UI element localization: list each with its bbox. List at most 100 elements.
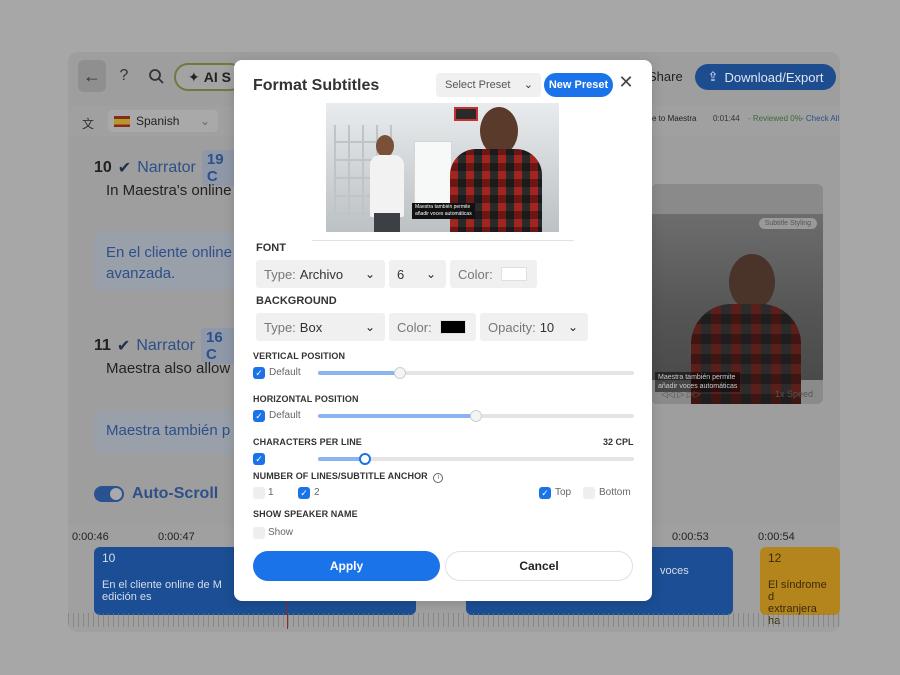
question-icon: ? (119, 67, 129, 84)
arrow-left-icon: ← (83, 65, 101, 86)
lines-1-checkbox[interactable] (253, 487, 265, 499)
opacity-label: Opacity: (488, 319, 536, 335)
timeline-segment[interactable]: 12 El síndrome d extranjera ha (760, 547, 840, 627)
toggle-switch[interactable] (94, 486, 124, 502)
preset-select[interactable]: Select Preset ⌄ (436, 73, 541, 97)
vertical-position-slider[interactable] (318, 367, 634, 379)
person-head (729, 254, 775, 310)
characters-per-line-slider[interactable] (318, 453, 634, 465)
segment-translation[interactable]: Maestra también p (94, 410, 254, 454)
background-type-select[interactable]: Type: Box ⌄ (256, 313, 385, 341)
check-circle-icon[interactable]: ✔ (118, 158, 131, 178)
font-type-select[interactable]: Type: Archivo ⌄ (256, 260, 385, 288)
preview-person-body (370, 155, 404, 217)
preset-placeholder: Select Preset (445, 79, 511, 91)
search-button[interactable] (146, 66, 166, 86)
slider-thumb[interactable] (470, 410, 482, 422)
slider-thumb[interactable] (359, 453, 371, 465)
segment-header: 10 ✔ Narrator 19 C (94, 150, 236, 186)
chevron-down-icon: ⌄ (425, 267, 436, 281)
show-speaker-text: Show (268, 527, 294, 538)
horizontal-default-checkbox[interactable]: ✓ (253, 410, 265, 422)
preview-monitor (454, 107, 478, 121)
lines-2-checkbox[interactable]: ✓ (298, 487, 310, 499)
playhead[interactable] (287, 599, 288, 629)
slider-fill (318, 414, 476, 418)
share-button[interactable]: Share (648, 69, 683, 84)
segment-text[interactable]: Maestra also allow (106, 360, 230, 377)
font-size-value: 6 (397, 266, 405, 282)
current-timecode: 0:01:44 (713, 114, 740, 123)
close-icon[interactable]: ✕ (618, 72, 634, 92)
check-circle-icon[interactable]: ✔ (117, 336, 130, 356)
vertical-default-checkbox[interactable]: ✓ (253, 367, 265, 379)
language-select[interactable]: Spanish ⌄ (108, 110, 218, 132)
opacity-select[interactable]: Opacity: 10 ⌄ (480, 313, 588, 341)
auto-scroll-toggle[interactable]: Auto-Scroll (94, 485, 218, 503)
font-size-select[interactable]: 6 ⌄ (389, 260, 446, 288)
background-section-label: BACKGROUND (256, 295, 337, 307)
back-button[interactable]: ← (78, 60, 106, 92)
chevron-down-icon: ⌄ (364, 267, 375, 281)
video-player: Maestra también permite añadir voces aut… (651, 184, 823, 404)
ai-button-label: AI S (203, 69, 231, 85)
translation-line: avanzada. (106, 265, 176, 282)
cancel-button[interactable]: Cancel (445, 551, 633, 581)
segment-text[interactable]: In Maestra's online (106, 182, 231, 199)
horizontal-position-slider[interactable] (318, 410, 634, 422)
font-color-picker[interactable]: Color: (450, 260, 537, 288)
download-export-label: Download/Export (724, 69, 824, 85)
transcript-panel: 10 ✔ Narrator 19 C In Maestra's online E… (76, 140, 254, 540)
new-preset-button[interactable]: New Preset (544, 73, 613, 97)
slider-fill (318, 371, 400, 375)
speaker-name[interactable]: Narrator (136, 337, 195, 355)
preview-person-legs (374, 213, 400, 232)
format-subtitles-dialog: Format Subtitles Select Preset ⌄ New Pre… (234, 60, 652, 601)
timeline-segment-text: El síndrome d (768, 579, 827, 603)
cpl-checkbox[interactable]: ✓ (253, 453, 265, 465)
segment-translation[interactable]: En el cliente online avanzada. (94, 232, 254, 290)
font-type-label: Type: (264, 266, 296, 282)
lines-anchor-text: NUMBER OF LINES/SUBTITLE ANCHOR (253, 471, 428, 481)
show-speaker-checkbox[interactable] (253, 527, 265, 539)
chevron-down-icon: ⌄ (567, 320, 578, 334)
segment-number: 10 (94, 159, 112, 176)
info-icon[interactable]: i (433, 473, 444, 483)
search-icon (149, 69, 164, 84)
speed-button[interactable]: 1x Speed (775, 389, 813, 399)
apply-button[interactable]: Apply (253, 551, 440, 581)
timeline-segment-number: 12 (768, 551, 782, 565)
cpl-value: 32 CPL (603, 437, 634, 447)
timeline-ruler[interactable] (68, 613, 840, 627)
check-all-link[interactable]: - Check All (801, 114, 839, 123)
auto-scroll-label: Auto-Scroll (132, 485, 219, 502)
font-section-label: FONT (256, 242, 286, 254)
speaker-name[interactable]: Narrator (137, 159, 196, 177)
font-color-swatch[interactable] (500, 267, 527, 281)
subtitle-preview: Maestra también permite añadir voces aut… (326, 103, 559, 232)
subtitle-styling-button[interactable]: Subtitle Styling (758, 218, 817, 229)
timeline-tick: 0:00:54 (758, 531, 795, 543)
video-frame[interactable]: Maestra también permite añadir voces aut… (651, 214, 823, 404)
font-type-value: Archivo (299, 266, 344, 282)
characters-per-line-label: CHARACTERS PER LINE (253, 437, 362, 447)
slider-thumb[interactable] (394, 367, 406, 379)
background-color-picker[interactable]: Color: (389, 313, 476, 341)
anchor-bottom-checkbox[interactable] (583, 487, 595, 499)
playback-icons[interactable]: ◁◁ ▷ ▷▷ (661, 389, 701, 400)
segment-duration: 16 C (201, 328, 236, 364)
video-controls: ◁◁ ▷ ▷▷ 1x Speed (651, 384, 823, 404)
segment-header: 11 ✔ Narrator 16 C (94, 328, 236, 364)
anchor-top-checkbox[interactable]: ✓ (539, 487, 551, 499)
download-export-button[interactable]: ⇪ Download/Export (695, 64, 836, 90)
translation-line: En el cliente online (106, 244, 232, 261)
chevron-down-icon: ⌄ (199, 114, 210, 128)
translate-to-maestra-label: e to Maestra (652, 114, 697, 123)
background-type-value: Box (299, 319, 323, 335)
background-color-swatch[interactable] (439, 320, 466, 334)
translation-line: Maestra también p (106, 422, 231, 439)
help-button[interactable]: ? (114, 66, 134, 86)
preview-caption: Maestra también permite añadir voces aut… (412, 203, 475, 219)
opacity-value: 10 (539, 319, 555, 335)
timeline-tick: 0:00:53 (672, 531, 709, 543)
